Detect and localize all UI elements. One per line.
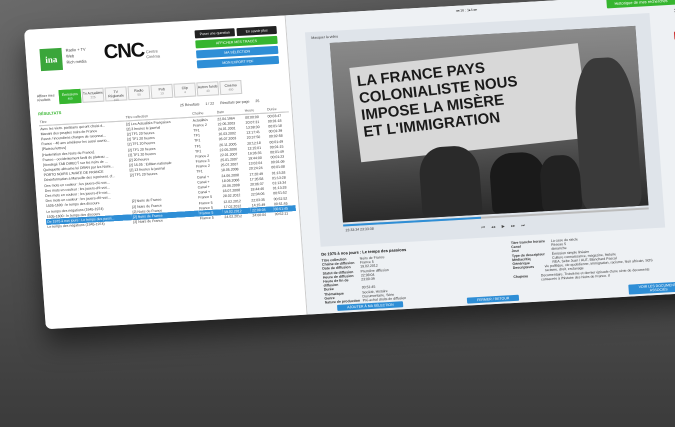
tab-radio[interactable]: Radio 50 bbox=[127, 85, 151, 101]
play-icon[interactable]: ▶ bbox=[499, 223, 506, 229]
person-figure bbox=[488, 151, 548, 215]
banner-text: LA FRANCE PAYS COLONIALISTE NOUS IMPOSE … bbox=[356, 56, 523, 141]
program-info: De 1975 à nos jours : Le temps des passi… bbox=[321, 241, 515, 305]
per-page-select[interactable]: 25 bbox=[255, 99, 259, 103]
program-info-secondary: Titre tranche horaire La case du siècle Ca… bbox=[511, 233, 664, 283]
detail-pane: ◂◂ 16 : 1▸4 ▸▸ Historique de mes recherc… bbox=[285, 0, 675, 315]
person-figure bbox=[538, 154, 583, 212]
table-cell: 00:52:11 bbox=[274, 211, 289, 217]
search-results-pane: ina Radio + TV Web Rich média CNC Centre… bbox=[24, 15, 308, 330]
results-table: Titre Titre collection Chaîne Date Heure… bbox=[38, 105, 297, 230]
tab-emissions[interactable]: Émissions 400 bbox=[58, 88, 82, 105]
tab-cinema[interactable]: Cinéma 400 bbox=[219, 79, 243, 96]
search-history-button[interactable]: Historique de mes recherches bbox=[606, 0, 675, 9]
player-controls: ⏮ ◂◂ ▶ ▸▸ ⏭ bbox=[479, 222, 526, 231]
rewind-icon[interactable]: ◂◂ bbox=[489, 224, 496, 230]
navigation-arrows[interactable]: ◂◂ 16 : 1▸4 ▸▸ bbox=[456, 8, 478, 13]
ina-logo[interactable]: ina bbox=[39, 47, 64, 72]
skip-forward-icon[interactable]: ⏭ bbox=[519, 222, 526, 228]
results-body: Avec les vietn. partisans qui ont choisi… bbox=[39, 112, 296, 230]
skip-back-icon[interactable]: ⏮ bbox=[479, 224, 486, 230]
tab-tv-regionale[interactable]: TV Régionale 100 bbox=[104, 86, 128, 102]
tab-count: 13 bbox=[160, 91, 164, 96]
video-frame[interactable]: LA FRANCE PAYS COLONIALISTE NOUS IMPOSE … bbox=[329, 25, 649, 223]
stage: ina Radio + TV Web Rich média CNC Centre… bbox=[0, 0, 675, 427]
info-list-secondary: Titre tranche horaire La case du siècle Ca… bbox=[511, 233, 664, 283]
ask-question-button[interactable]: Poser une question bbox=[194, 28, 236, 39]
forward-icon[interactable]: ▸▸ bbox=[509, 223, 516, 229]
cnc-sub-line: Cinéma bbox=[146, 53, 161, 60]
tab-pub[interactable]: Pub 13 bbox=[150, 83, 174, 99]
video-player: Masquer la vidéo LA FRANCE PAYS COLONIAL… bbox=[304, 13, 666, 247]
timecode: 23:33:34 23:33:38 bbox=[345, 226, 374, 233]
tab-clip[interactable]: Clip 4 bbox=[173, 82, 197, 98]
top-actions: Poser une question En savoir plus AFFICH… bbox=[194, 25, 280, 70]
tab-count: 4 bbox=[183, 90, 186, 95]
tab-autres-fonds[interactable]: Autres fonds 43 bbox=[196, 81, 220, 97]
related-documents-button[interactable]: VOIR LES DOCUMENTS ASSOCIÉS bbox=[628, 281, 675, 295]
results-count: 25 Résultats bbox=[179, 102, 200, 108]
hide-video-link[interactable]: Masquer la vidéo bbox=[311, 34, 338, 39]
tab-tv-actualites[interactable]: Tv Actualités 225 bbox=[81, 87, 105, 103]
logo-tagline: Radio + TV Web Rich média bbox=[65, 47, 86, 66]
learn-more-button[interactable]: En savoir plus bbox=[236, 25, 277, 37]
table-cell: France 5 bbox=[199, 215, 214, 221]
person-figure bbox=[417, 144, 483, 218]
page-indicator[interactable]: 1 / 22 bbox=[205, 101, 214, 105]
refine-label: Affiner mes résultats bbox=[36, 93, 55, 103]
cnc-logo-sub: Centre Cinéma bbox=[146, 48, 161, 60]
cnc-logo[interactable]: CNC bbox=[103, 39, 145, 64]
table-cell: 24.02.2012 bbox=[224, 214, 243, 220]
results-title: RÉSULTATS bbox=[37, 110, 62, 117]
per-page-label: Résultats par page bbox=[219, 99, 250, 106]
info-key: Chapeau bbox=[513, 273, 529, 279]
table-cell: 24:00:04 bbox=[252, 212, 267, 218]
tab-count: 50 bbox=[137, 92, 141, 97]
app-window: ina Radio + TV Web Rich média CNC Centre… bbox=[24, 0, 675, 330]
logo-line: Rich média bbox=[66, 58, 87, 65]
